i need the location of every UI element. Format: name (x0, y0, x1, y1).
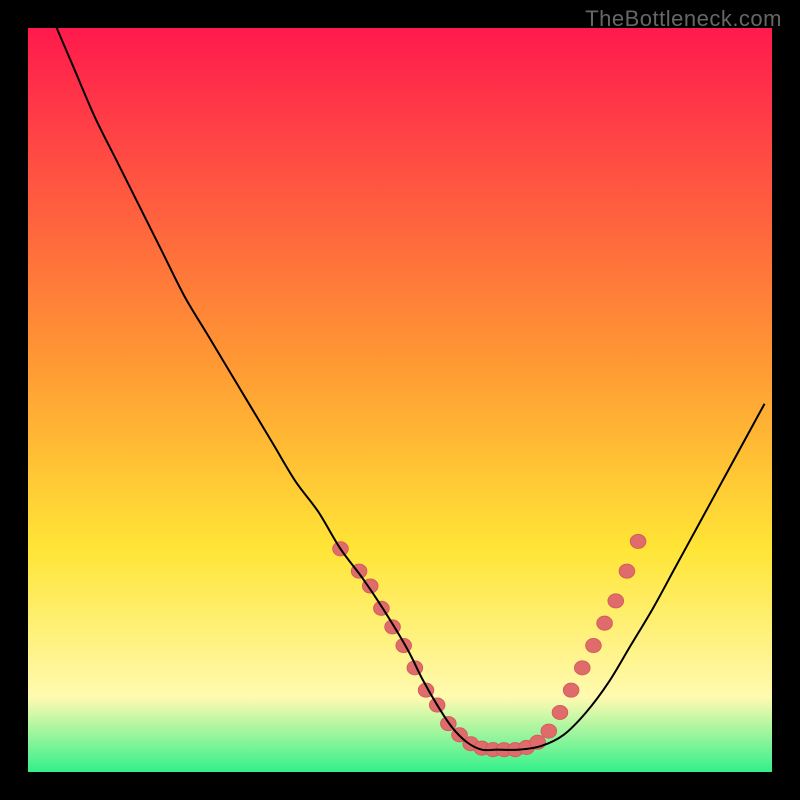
data-marker (619, 564, 635, 578)
data-marker (541, 724, 557, 738)
data-marker (630, 534, 646, 548)
data-marker (563, 683, 579, 697)
chart-svg (28, 28, 772, 772)
data-marker (552, 705, 568, 719)
marker-group (333, 534, 646, 756)
data-marker (597, 616, 613, 630)
data-marker (574, 661, 590, 675)
chart-frame: TheBottleneck.com (0, 0, 800, 800)
data-marker (586, 638, 602, 652)
plot-area (28, 28, 772, 772)
data-marker (608, 594, 624, 608)
